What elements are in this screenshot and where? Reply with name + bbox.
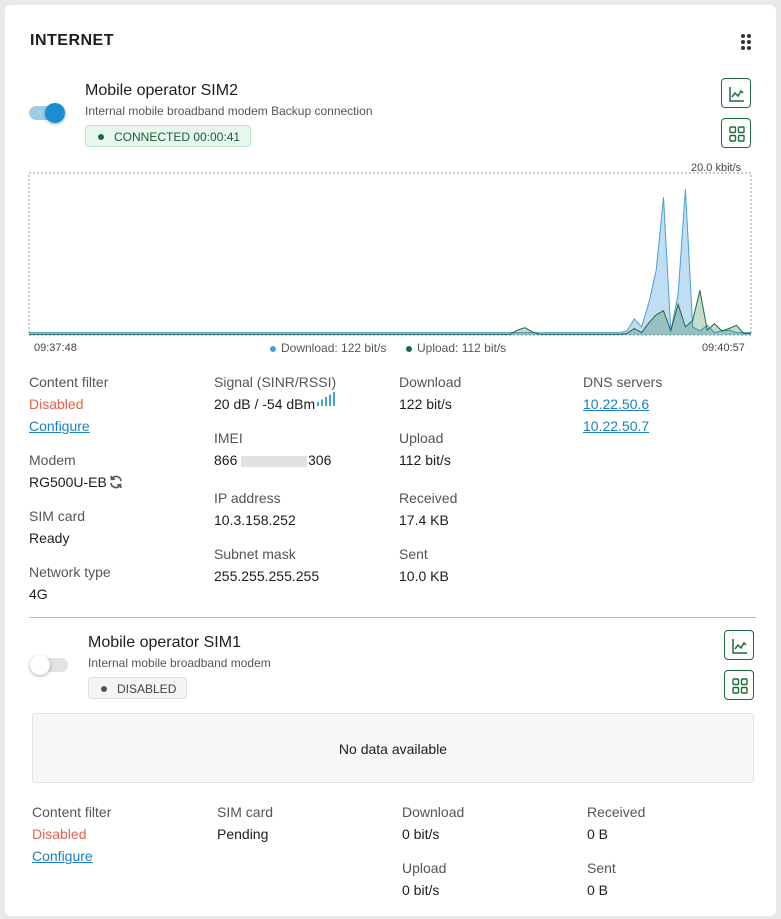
- toggle-knob: [30, 655, 50, 675]
- chart-icon: [729, 87, 744, 102]
- legend-upload: Upload: 112 bit/s: [406, 341, 506, 355]
- sim1-sent-value: 0 B: [587, 882, 609, 898]
- sim1-content-filter-label: Content filter: [32, 804, 112, 820]
- signal-value: 20 dB / -54 dBm: [214, 396, 316, 412]
- legend-upload-dot: [406, 345, 412, 352]
- series-line-download: [29, 189, 751, 334]
- status-dot: [98, 134, 104, 140]
- sim-card-value: Ready: [29, 530, 70, 546]
- network-type-label: Network type: [29, 564, 111, 580]
- sim1-sent-label: Sent: [587, 860, 616, 876]
- ip-address-label: IP address: [214, 490, 281, 506]
- sim1-sim-card-value: Pending: [217, 826, 269, 842]
- sim1-status-badge: DISABLED: [88, 677, 188, 699]
- imei-start: 866: [214, 452, 238, 468]
- imei-end: 306: [308, 452, 332, 468]
- sim2-chart-button[interactable]: [721, 78, 751, 108]
- sim1-upload-value: 0 bit/s: [402, 882, 440, 898]
- sent-value: 10.0 KB: [399, 568, 449, 584]
- chart-icon: [732, 639, 747, 654]
- sim1-chart-button[interactable]: [724, 630, 754, 660]
- download-label: Download: [399, 374, 462, 390]
- sim1-details-button[interactable]: [724, 670, 754, 700]
- modem-value: RG500U-EB: [29, 474, 107, 490]
- subnet-mask-label: Subnet mask: [214, 546, 296, 562]
- dns-server-1-link[interactable]: 10.22.50.6: [583, 396, 649, 412]
- series-area-download: [29, 189, 751, 335]
- sim2-enable-toggle[interactable]: [29, 103, 65, 123]
- dots-grid-icon[interactable]: [739, 34, 753, 50]
- subnet-mask-value: 255.255.255.255: [214, 568, 320, 584]
- sim2-traffic-chart: [28, 172, 752, 336]
- signal-label: Signal (SINR/RSSI): [214, 374, 337, 390]
- legend-download-dot: [270, 345, 276, 352]
- signal-bars-icon: [317, 392, 335, 406]
- chart-x-end-label: 09:40:57: [702, 342, 745, 354]
- sim-card-label: SIM card: [29, 508, 86, 524]
- sim1-description: Internal mobile broadband modem: [88, 656, 271, 670]
- toggle-knob: [45, 103, 65, 123]
- legend-upload-label: Upload: 112 bit/s: [417, 341, 507, 355]
- modem-label: Modem: [29, 452, 76, 468]
- sim1-download-label: Download: [402, 804, 465, 820]
- legend-download-label: Download: 122 bit/s: [281, 341, 387, 355]
- grid-icon: [732, 678, 748, 694]
- sim1-received-value: 0 B: [587, 826, 609, 842]
- imei-redaction: [241, 456, 307, 467]
- content-filter-value: Disabled: [29, 396, 84, 412]
- section-divider: [29, 617, 756, 618]
- content-filter-label: Content filter: [29, 374, 109, 390]
- status-text: CONNECTED 00:00:41: [114, 130, 241, 144]
- legend-download: Download: 122 bit/s: [270, 341, 386, 355]
- upload-value: 112 bit/s: [399, 452, 451, 468]
- received-value: 17.4 KB: [399, 512, 449, 528]
- received-label: Received: [399, 490, 458, 506]
- sim2-details-button[interactable]: [721, 118, 751, 148]
- internet-card: INTERNET Mobile operator SIM2 Internal m…: [5, 5, 776, 916]
- sim1-download-value: 0 bit/s: [402, 826, 440, 842]
- chart-x-start-label: 09:37:48: [34, 342, 77, 354]
- sim1-upload-label: Upload: [402, 860, 447, 876]
- sim1-name: Mobile operator SIM1: [88, 634, 241, 651]
- dns-server-2-link[interactable]: 10.22.50.7: [583, 418, 649, 434]
- status-text: DISABLED: [117, 682, 177, 696]
- no-data-text: No data available: [338, 741, 448, 757]
- network-type-value: 4G: [29, 586, 48, 602]
- sim2-name: Mobile operator SIM2: [85, 82, 238, 99]
- sim2-status-badge: CONNECTED 00:00:41: [85, 125, 252, 147]
- no-data-panel: No data available: [32, 713, 754, 783]
- sent-label: Sent: [399, 546, 428, 562]
- sim2-description: Internal mobile broadband modem Backup c…: [85, 104, 373, 118]
- upload-label: Upload: [399, 430, 444, 446]
- sim1-content-filter-value: Disabled: [32, 826, 87, 842]
- configure-link[interactable]: Configure: [29, 418, 90, 434]
- sim1-sim-card-label: SIM card: [217, 804, 274, 820]
- chart-frame: [28, 172, 752, 336]
- refresh-icon[interactable]: [108, 474, 124, 490]
- status-dot: [101, 686, 107, 692]
- card-title: INTERNET: [30, 32, 114, 49]
- dns-servers-label: DNS servers: [583, 374, 663, 390]
- download-value: 122 bit/s: [399, 396, 452, 412]
- ip-address-value: 10.3.158.252: [214, 512, 296, 528]
- sim1-received-label: Received: [587, 804, 646, 820]
- imei-label: IMEI: [214, 430, 243, 446]
- grid-icon: [729, 126, 745, 142]
- sim1-configure-link[interactable]: Configure: [32, 848, 93, 864]
- sim1-enable-toggle[interactable]: [30, 655, 68, 675]
